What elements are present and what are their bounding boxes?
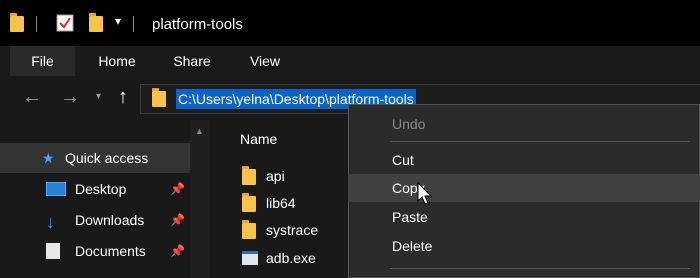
tab-home[interactable]: Home (85, 46, 149, 76)
up-arrow-icon[interactable]: ↑ (118, 86, 128, 109)
menu-item-undo[interactable]: Undo (348, 110, 700, 138)
folder-icon (242, 220, 256, 239)
column-header-name[interactable]: Name (240, 131, 277, 147)
folder-icon (242, 193, 256, 212)
recent-locations-chevron-icon[interactable]: ▾ (96, 91, 101, 102)
forward-arrow-icon[interactable]: → (60, 86, 80, 109)
exe-icon (242, 251, 258, 265)
star-icon: ★ (42, 150, 55, 166)
separator (36, 16, 37, 32)
window-title: platform-tools (152, 16, 243, 33)
desktop-icon (46, 182, 66, 196)
menu-item-paste[interactable]: Paste (348, 203, 700, 231)
nav-item-label: Desktop (75, 181, 127, 197)
nav-item-documents[interactable]: Documents 📌 (0, 236, 190, 266)
title-bar (0, 0, 700, 46)
menu-separator (390, 141, 690, 142)
tab-view[interactable]: View (234, 46, 296, 76)
documents-icon (46, 243, 60, 259)
folder-icon (152, 88, 166, 107)
tab-share[interactable]: Share (160, 46, 224, 76)
nav-item-downloads[interactable]: ↓ Downloads 📌 (0, 205, 190, 235)
navigation-scrollbar[interactable]: ▲ (190, 120, 210, 278)
nav-item-desktop[interactable]: Desktop 📌 (0, 174, 190, 204)
new-folder-icon[interactable] (89, 13, 103, 32)
menu-item-cut[interactable]: Cut (348, 146, 700, 174)
file-name: adb.exe (266, 250, 316, 266)
folder-icon (10, 13, 24, 32)
mouse-pointer-icon (417, 181, 433, 211)
pin-icon: 📌 (170, 213, 185, 227)
scroll-up-icon[interactable]: ▲ (195, 126, 204, 136)
pin-icon: 📌 (170, 182, 185, 196)
file-name: api (266, 168, 285, 184)
nav-item-label: Downloads (75, 212, 145, 228)
back-arrow-icon[interactable]: ← (22, 86, 42, 109)
tab-file[interactable]: File (10, 46, 75, 76)
properties-icon[interactable] (55, 13, 75, 33)
separator (133, 16, 134, 32)
menu-separator (390, 268, 690, 269)
file-name: systrace (266, 222, 319, 238)
nav-item-label: Documents (75, 243, 146, 259)
download-icon: ↓ (46, 212, 55, 232)
menu-item-delete[interactable]: Delete (348, 232, 700, 260)
pin-icon: 📌 (170, 244, 185, 258)
folder-icon (242, 166, 256, 185)
file-name: lib64 (266, 195, 296, 211)
customize-toolbar-chevron-icon[interactable]: ▾ (115, 14, 121, 28)
menu-item-copy[interactable]: Copy (348, 174, 700, 202)
nav-item-quick-access[interactable]: ★ Quick access (0, 143, 190, 173)
nav-item-label: Quick access (65, 150, 149, 166)
